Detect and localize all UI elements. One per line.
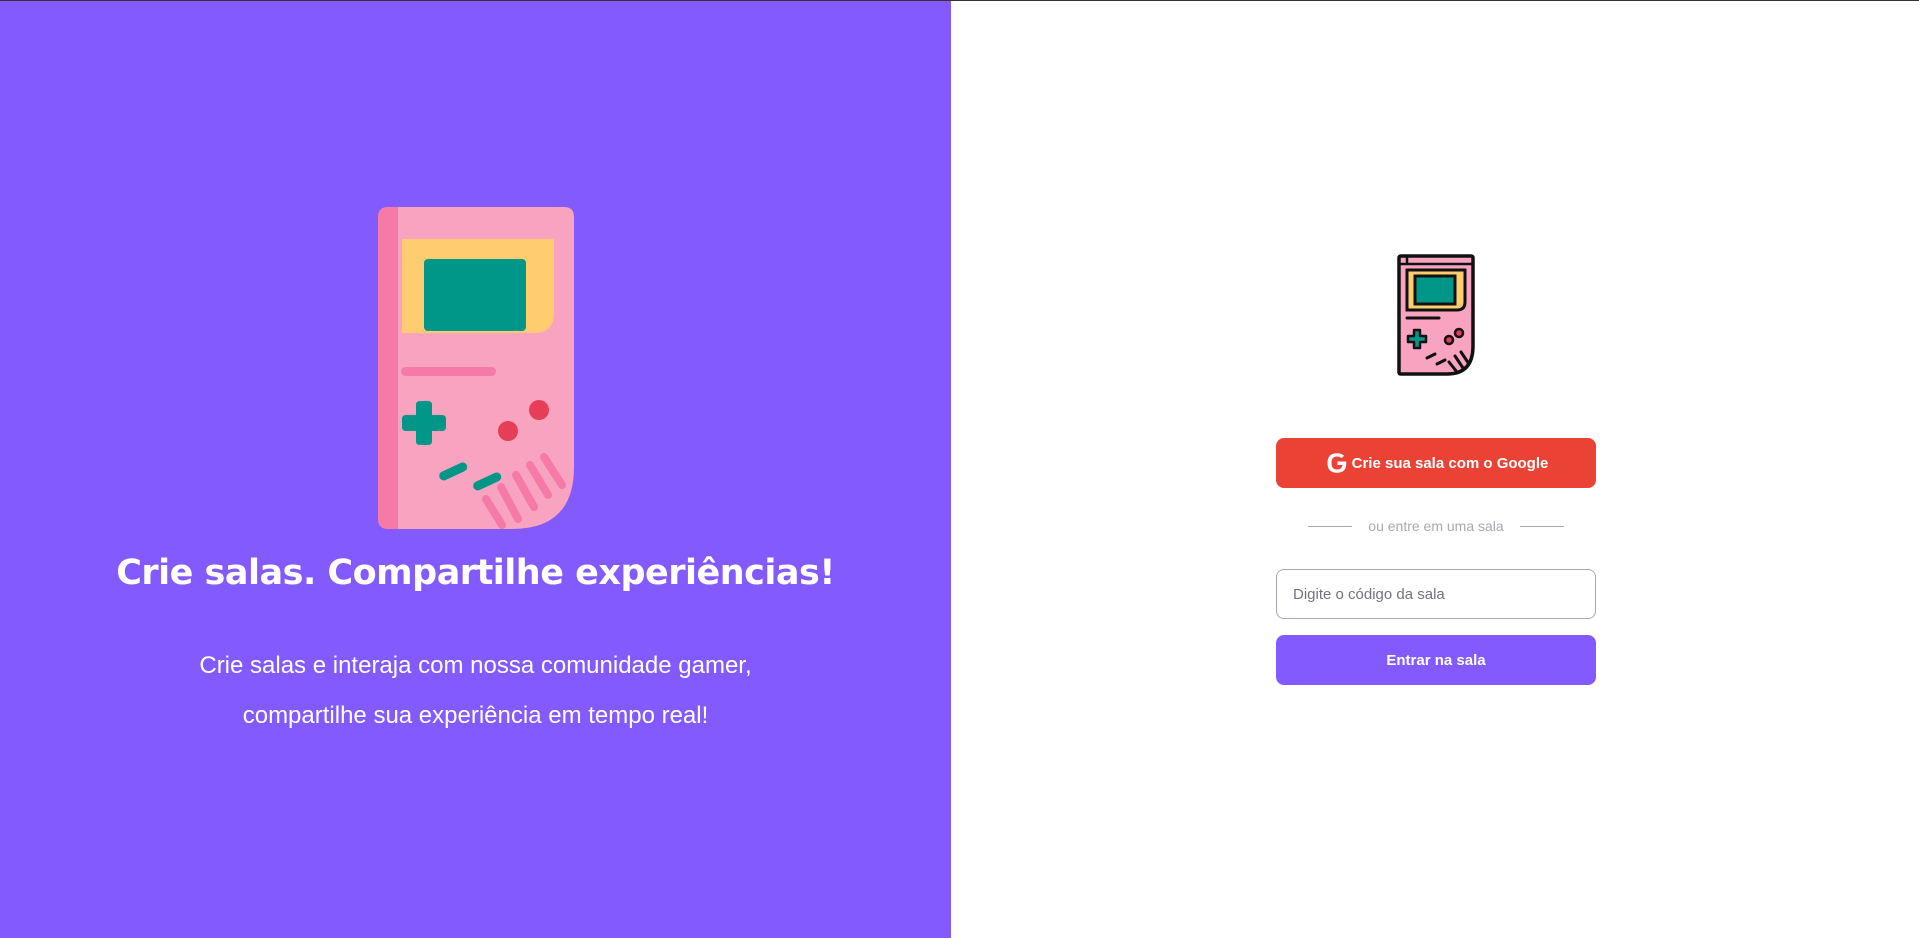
google-create-room-button[interactable]: Crie sua sala com o Google [1276, 438, 1596, 488]
hero-title: Crie salas. Compartilhe experiências! [116, 553, 835, 593]
room-code-input[interactable] [1276, 569, 1596, 619]
separator-line-right [1519, 525, 1564, 527]
google-button-label: Crie sua sala com o Google [1351, 454, 1549, 472]
hero-subtitle-line-2: compartilhe sua experiência em tempo rea… [242, 702, 709, 729]
page: Crie salas. Compartilhe experiências! Cr… [0, 0, 1919, 938]
gameboy-illustration [378, 207, 574, 529]
main-content: Crie sua sala com o Google ou entre em u… [951, 1, 1919, 938]
google-icon [1327, 453, 1346, 473]
gameboy-logo-icon [1397, 254, 1475, 376]
enter-room-button[interactable]: Entrar na sala [1276, 635, 1596, 685]
hero-aside: Crie salas. Compartilhe experiências! Cr… [0, 1, 951, 938]
separator-text: ou entre em uma sala [1368, 518, 1504, 534]
separator: ou entre em uma sala [1276, 518, 1596, 534]
hero-subtitle: Crie salas e interaja com nossa comunida… [0, 641, 951, 741]
separator-line-left [1308, 525, 1353, 527]
enter-button-label: Entrar na sala [1386, 651, 1486, 669]
hero-subtitle-line-1: Crie salas e interaja com nossa comunida… [199, 652, 752, 679]
